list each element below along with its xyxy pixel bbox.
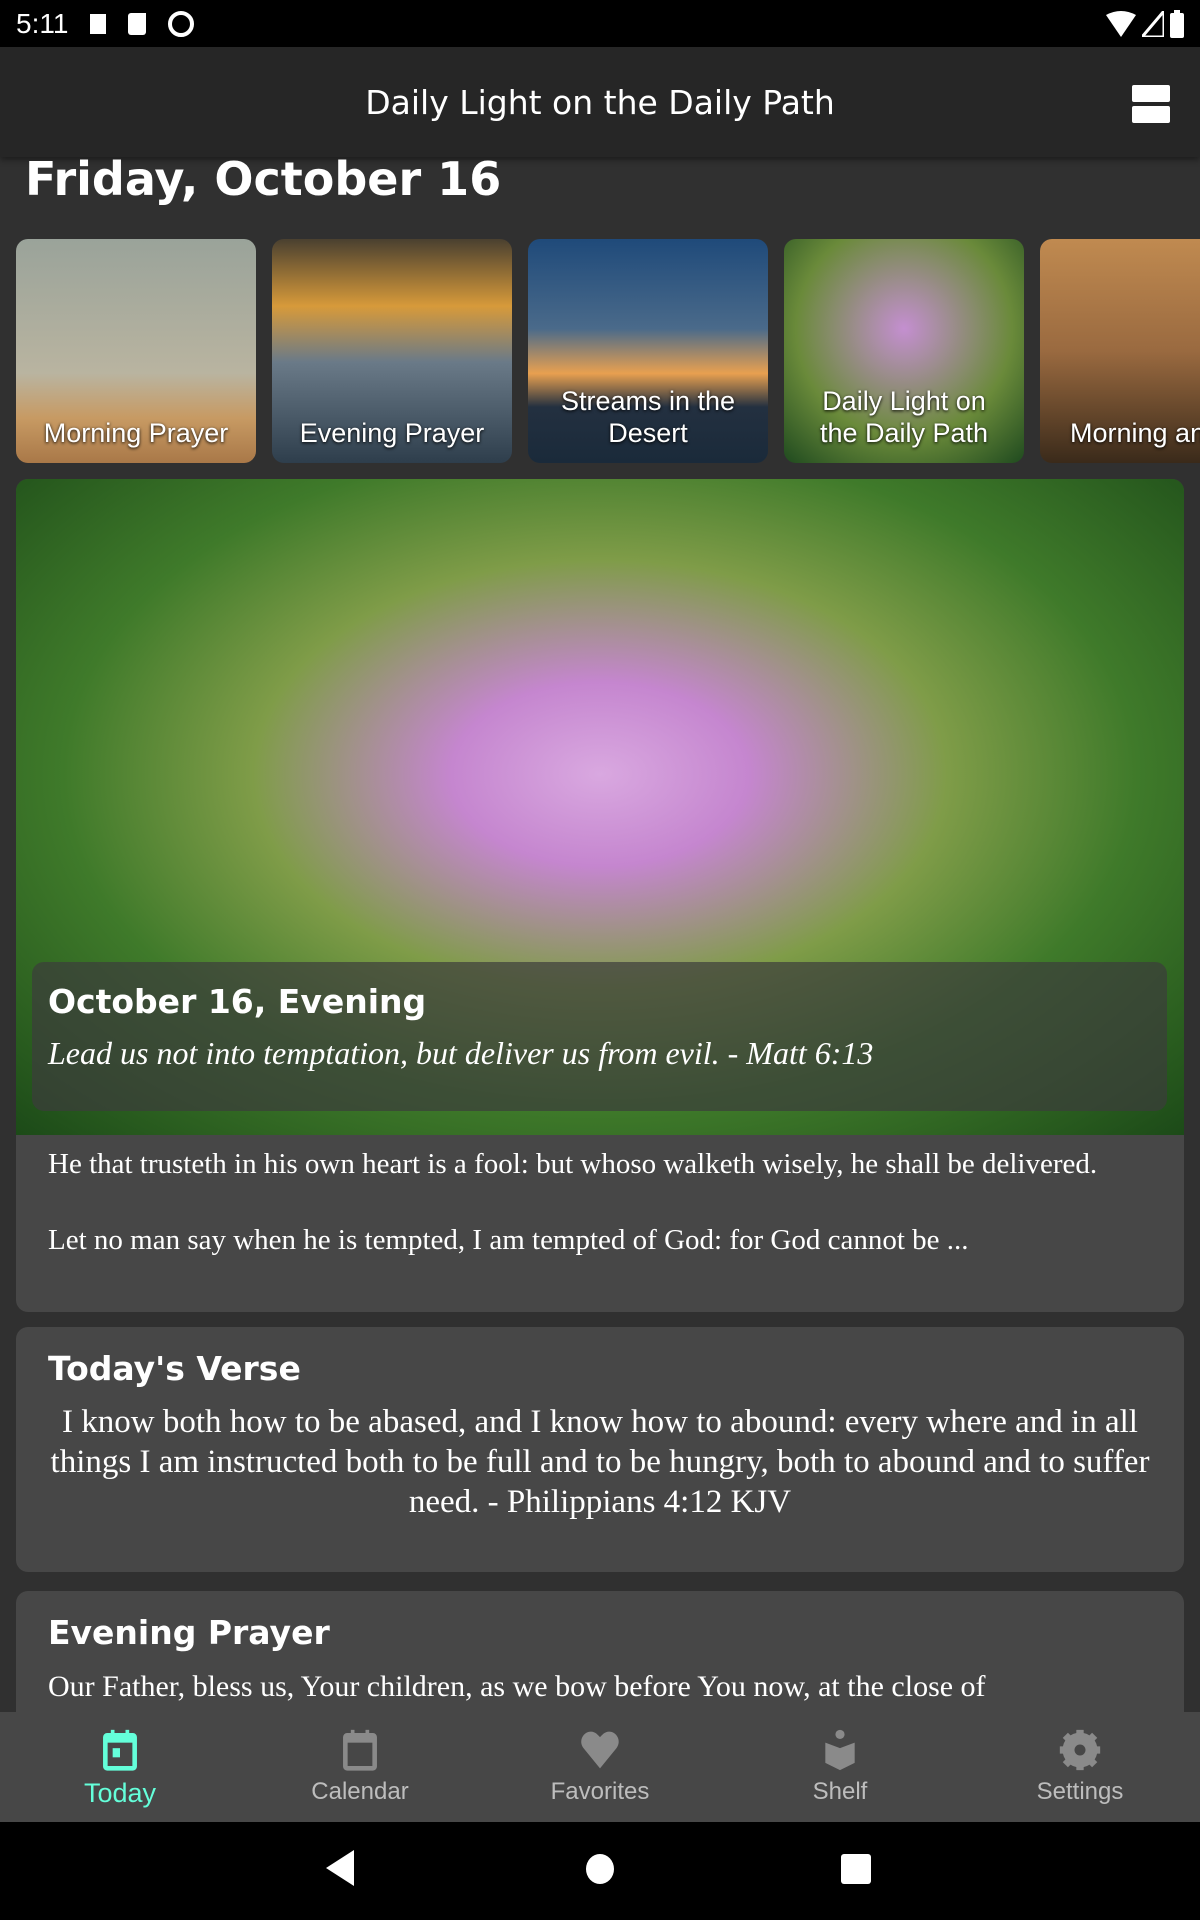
card-label: Streams in the Desert xyxy=(560,386,736,448)
carousel-card-streams[interactable]: Streams in the Desert xyxy=(528,239,768,463)
signal-icon xyxy=(1142,10,1164,37)
card-label: Daily Light on the Daily Path xyxy=(819,386,989,448)
system-navigation-bar xyxy=(0,1822,1200,1920)
status-time: 5:11 xyxy=(16,7,69,39)
devotional-carousel[interactable]: Morning Prayer Evening Prayer Streams in… xyxy=(16,239,1200,463)
home-icon[interactable] xyxy=(586,1854,614,1884)
excerpt-paragraph: Let no man say when he is tempted, I am … xyxy=(48,1224,969,1256)
excerpt-paragraph: He that trusteth in his own heart is a f… xyxy=(48,1148,1098,1180)
carousel-card-evening-prayer[interactable]: Evening Prayer xyxy=(272,239,512,463)
card-label: Morning Prayer xyxy=(43,418,229,448)
gear-icon xyxy=(1059,1729,1101,1771)
nav-label: Settings xyxy=(1036,1778,1124,1805)
reading-overlay: October 16, Evening Lead us not into tem… xyxy=(32,962,1167,1111)
todays-verse-text: I know both how to be abased, and I know… xyxy=(50,1404,1150,1520)
nav-today[interactable]: Today xyxy=(0,1712,240,1822)
nav-calendar[interactable]: Calendar xyxy=(240,1712,480,1822)
view-toggle-icon[interactable] xyxy=(1132,85,1170,123)
reading-title: October 16, Evening xyxy=(48,982,427,1021)
sync-icon xyxy=(168,10,195,37)
notification-a-icon xyxy=(90,13,107,34)
carousel-card-daily-light[interactable]: Daily Light on the Daily Path xyxy=(784,239,1024,463)
app-bar: Daily Light on the Daily Path xyxy=(0,47,1200,157)
recents-icon[interactable] xyxy=(841,1854,871,1884)
evening-prayer-text: Our Father, bless us, Your children, as … xyxy=(48,1670,986,1703)
todays-verse-title: Today's Verse xyxy=(48,1349,301,1388)
nav-settings[interactable]: Settings xyxy=(960,1712,1200,1822)
wifi-icon xyxy=(1106,10,1136,37)
featured-reading-card[interactable]: October 16, Evening Lead us not into tem… xyxy=(16,479,1184,1312)
reading-verse: Lead us not into temptation, but deliver… xyxy=(48,1035,874,1071)
heart-icon xyxy=(581,1731,619,1769)
bottom-navigation: Today Calendar Favorites Shelf Settings xyxy=(0,1712,1200,1822)
back-icon[interactable] xyxy=(326,1850,356,1886)
card-label: Evening Prayer xyxy=(299,418,485,448)
sd-card-icon xyxy=(128,12,147,35)
nav-shelf[interactable]: Shelf xyxy=(720,1712,960,1822)
calendar-icon xyxy=(343,1729,377,1771)
reading-excerpt: He that trusteth in his own heart is a f… xyxy=(48,1145,1158,1259)
todays-verse-card[interactable]: Today's Verse I know both how to be abas… xyxy=(16,1327,1184,1572)
battery-icon xyxy=(1170,9,1184,38)
nav-favorites[interactable]: Favorites xyxy=(480,1712,720,1822)
nav-label: Shelf xyxy=(812,1778,868,1805)
status-bar: 5:11 xyxy=(0,0,1200,47)
nav-label: Today xyxy=(83,1778,157,1808)
app-title: Daily Light on the Daily Path xyxy=(365,82,835,122)
card-label: Morning and Evening xyxy=(1070,418,1200,448)
carousel-card-morning-prayer[interactable]: Morning Prayer xyxy=(16,239,256,463)
date-heading: Friday, October 16 xyxy=(25,152,502,206)
evening-prayer-title: Evening Prayer xyxy=(48,1613,330,1652)
reader-icon xyxy=(825,1729,855,1771)
calendar-today-icon xyxy=(103,1729,137,1771)
nav-label: Favorites xyxy=(550,1778,650,1805)
nav-label: Calendar xyxy=(311,1778,409,1805)
carousel-card-morning-evening[interactable]: Morning and Evening xyxy=(1040,239,1200,463)
